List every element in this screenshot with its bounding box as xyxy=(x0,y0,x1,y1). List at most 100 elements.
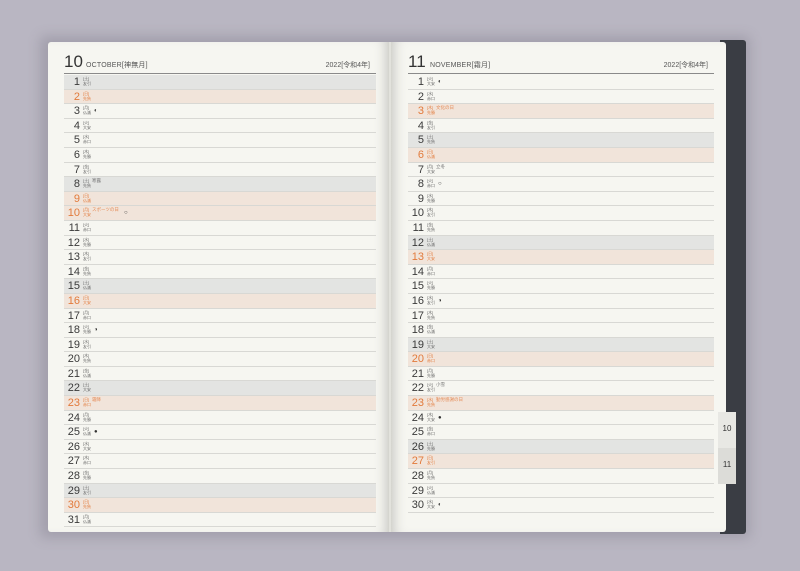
day-row[interactable]: 27 [木] 赤口 xyxy=(64,454,376,470)
month-tab-11[interactable]: 11 xyxy=(718,448,736,484)
day-number: 7 xyxy=(73,163,80,176)
day-row[interactable]: 10 [月] 大安 スポーツの日 ○ xyxy=(64,206,376,221)
day-row[interactable]: 2 [水] 赤口 xyxy=(408,90,714,105)
day-row[interactable]: 11 [火] 赤口 xyxy=(64,221,376,236)
day-row[interactable]: 19 [水] 友引 xyxy=(64,338,376,353)
day-row[interactable]: 28 [月] 先負 xyxy=(408,469,714,484)
day-row[interactable]: 29 [火] 仏滅 xyxy=(408,484,714,499)
weekday-label: [金] 友引 xyxy=(427,119,435,130)
day-number: 6 xyxy=(417,148,424,161)
day-row[interactable]: 23 [日] 赤口 霜降 xyxy=(64,396,376,411)
day-row[interactable]: 6 [日] 仏滅 xyxy=(408,147,714,163)
day-row[interactable]: 11 [金] 先負 xyxy=(408,221,714,236)
day-row[interactable]: 18 [火] 先勝 ◑ xyxy=(64,323,376,338)
day-row[interactable]: 14 [金] 先負 xyxy=(64,265,376,280)
day-note: 勤労感謝の日 xyxy=(436,397,463,403)
day-row[interactable]: 8 [火] 赤口 ○ xyxy=(408,177,714,192)
day-row[interactable]: 8 [土] 先負 寒露 xyxy=(64,177,376,192)
day-rows: 1 [土] 友引 2 [日] 先負 3 [月] 仏滅 ◐ 4 [火] 大安 5 [水] 赤口 6 [木]… xyxy=(64,75,376,528)
year-label: 2022[令和4年] xyxy=(663,62,708,69)
day-number: 18 xyxy=(67,324,80,337)
day-note: 立冬 xyxy=(436,163,445,169)
day-row[interactable]: 22 [火] 友引 小雪 xyxy=(408,381,714,397)
day-number: 8 xyxy=(417,178,424,191)
day-row[interactable]: 25 [金] 赤口 xyxy=(408,425,714,440)
day-row[interactable]: 31 [月] 仏滅 xyxy=(64,513,376,528)
day-number: 19 xyxy=(411,338,424,351)
moon-phase-icon: ◑ xyxy=(438,297,442,304)
day-row[interactable]: 4 [金] 友引 xyxy=(408,119,714,134)
day-row[interactable]: 9 [日] 仏滅 xyxy=(64,191,376,207)
day-row[interactable]: 7 [金] 友引 xyxy=(64,163,376,178)
weekday-label: [木] 友引 xyxy=(427,207,435,218)
day-number: 15 xyxy=(411,280,424,293)
weekday-label: [火] 赤口 xyxy=(427,178,435,189)
day-row[interactable]: 7 [月] 大安 立冬 xyxy=(408,163,714,178)
day-row[interactable]: 23 [水] 先負 勤労感謝の日 xyxy=(408,396,714,411)
day-row[interactable]: 24 [木] 大安 ● xyxy=(408,411,714,426)
day-row[interactable]: 16 [日] 大安 xyxy=(64,293,376,309)
day-row[interactable]: 20 [日] 赤口 xyxy=(408,352,714,367)
day-number: 19 xyxy=(67,338,80,351)
day-row[interactable]: 15 [土] 仏滅 xyxy=(64,279,376,294)
day-number: 4 xyxy=(73,119,80,132)
day-number: 11 xyxy=(412,221,424,234)
day-row[interactable]: 2 [日] 先負 xyxy=(64,89,376,105)
day-number: 5 xyxy=(73,134,80,147)
day-number: 22 xyxy=(67,382,80,395)
day-row[interactable]: 26 [土] 先勝 xyxy=(408,439,714,455)
day-number: 12 xyxy=(67,236,80,249)
day-number: 26 xyxy=(67,440,80,453)
day-row[interactable]: 27 [日] 友引 xyxy=(408,454,714,470)
day-row[interactable]: 6 [木] 先勝 xyxy=(64,148,376,163)
weekday-label: [木] 先勝 xyxy=(427,105,435,116)
day-row[interactable]: 5 [水] 赤口 xyxy=(64,133,376,148)
day-row[interactable]: 25 [火] 仏滅 ● xyxy=(64,425,376,440)
day-number: 13 xyxy=(67,251,80,264)
day-row[interactable]: 17 [木] 先負 xyxy=(408,309,714,324)
day-row[interactable]: 22 [土] 大安 xyxy=(64,381,376,397)
day-row[interactable]: 16 [水] 友引 ◑ xyxy=(408,294,714,309)
day-number: 2 xyxy=(417,90,424,103)
day-row[interactable]: 1 [火] 大安 ◐ xyxy=(408,75,714,90)
weekday-label: [金] 先負 xyxy=(427,221,435,232)
day-number: 31 xyxy=(67,513,80,526)
day-number: 3 xyxy=(417,105,424,118)
day-row[interactable]: 12 [水] 先勝 xyxy=(64,236,376,251)
day-row[interactable]: 12 [土] 仏滅 xyxy=(408,235,714,251)
month-header: 10 OCTOBER[神無月] 2022[令和4年] xyxy=(64,52,376,74)
day-row[interactable]: 30 [日] 先負 xyxy=(64,498,376,513)
day-row[interactable]: 5 [土] 先負 xyxy=(408,133,714,148)
moon-phase-icon: ◑ xyxy=(94,327,98,334)
day-row[interactable]: 29 [土] 友引 xyxy=(64,483,376,499)
day-row[interactable]: 28 [金] 先勝 xyxy=(64,469,376,484)
day-row[interactable]: 19 [土] 大安 xyxy=(408,337,714,353)
day-note: 寒露 xyxy=(92,178,101,184)
day-row[interactable]: 18 [金] 仏滅 xyxy=(408,323,714,338)
day-row[interactable]: 24 [月] 先勝 xyxy=(64,411,376,426)
day-number: 25 xyxy=(67,426,80,439)
day-row[interactable]: 4 [火] 大安 xyxy=(64,119,376,134)
day-row[interactable]: 3 [木] 先勝 文化の日 xyxy=(408,104,714,119)
day-row[interactable]: 21 [月] 先勝 xyxy=(408,367,714,382)
day-number: 13 xyxy=(411,251,424,264)
day-row[interactable]: 30 [水] 大安 ◐ xyxy=(408,498,714,513)
day-row[interactable]: 15 [火] 先勝 xyxy=(408,279,714,294)
day-row[interactable]: 17 [月] 赤口 xyxy=(64,309,376,324)
weekday-label: [火] 大安 xyxy=(427,76,435,86)
day-row[interactable]: 13 [木] 友引 xyxy=(64,250,376,265)
day-row[interactable]: 14 [月] 赤口 xyxy=(408,265,714,280)
day-row[interactable]: 13 [日] 大安 xyxy=(408,250,714,265)
day-row[interactable]: 10 [木] 友引 xyxy=(408,206,714,221)
moon-phase-icon: ◐ xyxy=(438,502,442,509)
day-row[interactable]: 3 [月] 仏滅 ◐ xyxy=(64,104,376,119)
day-number: 17 xyxy=(411,309,424,322)
day-row[interactable]: 21 [金] 仏滅 xyxy=(64,367,376,382)
day-number: 9 xyxy=(73,192,80,205)
day-row[interactable]: 26 [水] 大安 xyxy=(64,440,376,455)
day-row[interactable]: 20 [木] 先負 xyxy=(64,352,376,367)
month-name: NOVEMBER[霜月] xyxy=(430,62,491,69)
month-tab-10[interactable]: 10 xyxy=(718,412,736,448)
day-row[interactable]: 9 [水] 先勝 xyxy=(408,192,714,207)
day-row[interactable]: 1 [土] 友引 xyxy=(64,75,376,90)
